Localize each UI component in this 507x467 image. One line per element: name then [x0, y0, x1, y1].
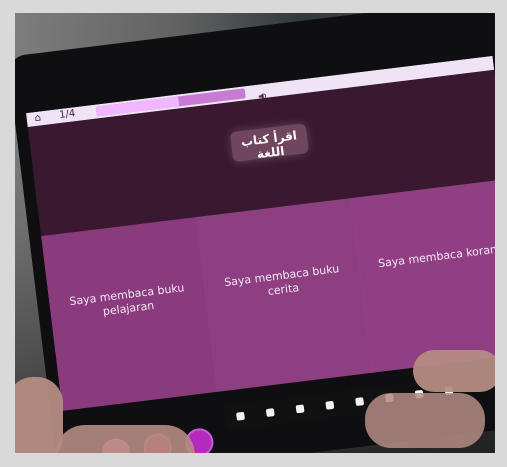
home-icon[interactable]: ⌂	[34, 112, 42, 124]
dock-app-2-icon[interactable]	[265, 408, 275, 418]
progress-fill	[95, 96, 179, 117]
hand-left-lower	[55, 425, 195, 453]
option-card-3[interactable]: Saya membaca koran	[350, 178, 495, 373]
option-label-3: Saya membaca koran	[377, 242, 495, 271]
option-label-1: Saya membaca buku pelajaran	[68, 281, 186, 319]
dock-app-5-icon[interactable]	[355, 397, 365, 407]
dock-app-3-icon[interactable]	[295, 404, 305, 414]
progress-bar	[95, 88, 246, 117]
photo: ⌂ 1/4 اقرأ كتاب اللغة Saya membaca buku …	[15, 13, 495, 453]
option-card-1[interactable]: Saya membaca buku pelajaran	[41, 217, 219, 411]
speaker-icon[interactable]	[256, 86, 267, 99]
hand-right	[413, 350, 495, 392]
top-left-icons: ⌂ 1/4	[34, 108, 76, 125]
option-label-2: Saya membaca buku cerita	[223, 262, 340, 298]
top-bar: ⌂ 1/4	[25, 55, 495, 128]
option-card-2[interactable]: Saya membaca buku cerita	[195, 198, 374, 392]
hand-left	[15, 377, 63, 453]
dock-app-1-icon[interactable]	[236, 411, 245, 421]
page-indicator: 1/4	[58, 108, 76, 122]
hand-right-lower	[365, 393, 485, 448]
dock-app-4-icon[interactable]	[325, 400, 335, 410]
screenshot-frame: ⌂ 1/4 اقرأ كتاب اللغة Saya membaca buku …	[0, 0, 507, 467]
